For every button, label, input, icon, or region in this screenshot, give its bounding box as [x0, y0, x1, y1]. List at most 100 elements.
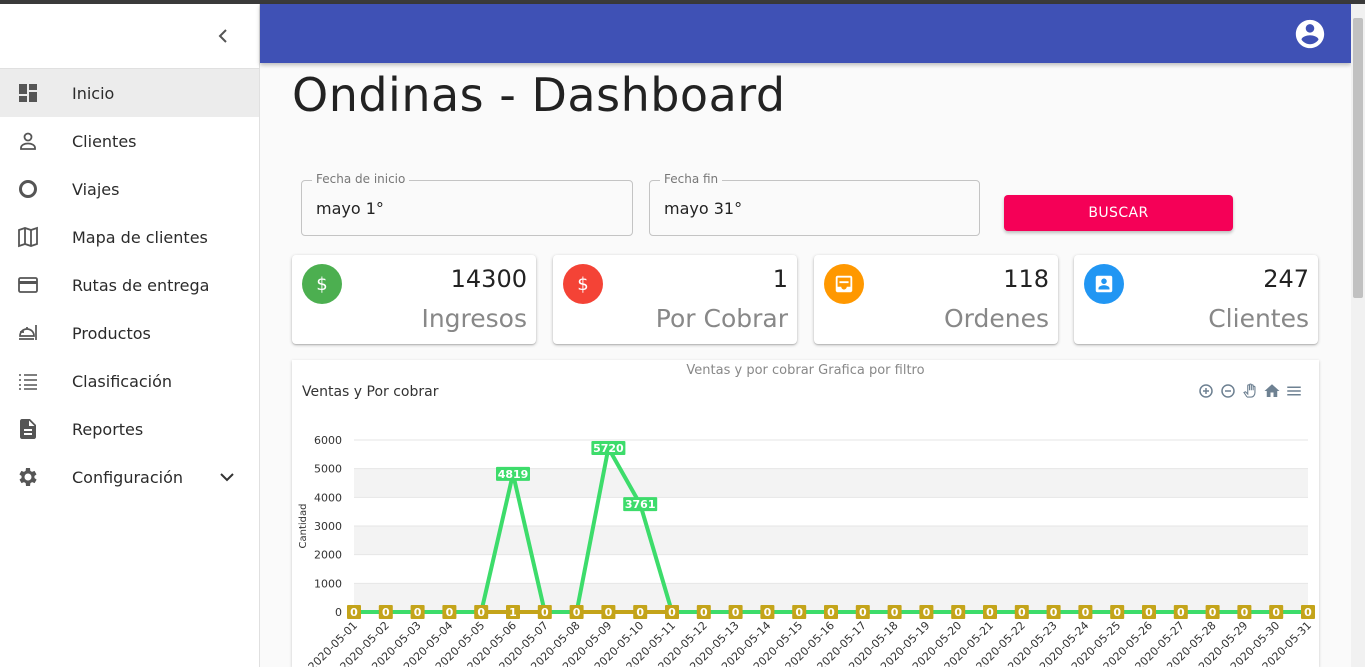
chart-toolbar: [1197, 382, 1303, 400]
pan-hand-icon[interactable]: [1241, 382, 1259, 400]
stat-card-ordenes: 118 Ordenes: [814, 255, 1058, 344]
sidebar-item-clasificacion[interactable]: Clasificación: [0, 357, 259, 405]
data-label: 5720: [593, 442, 624, 455]
dollar-icon: $: [563, 264, 603, 304]
inbox-icon: [824, 264, 864, 304]
y-tick-label: 5000: [314, 463, 342, 476]
home-reset-icon[interactable]: [1263, 382, 1281, 400]
sales-chart: 0100020003000400050006000Cantidad2020-05…: [298, 434, 1315, 667]
y-tick-label: 0: [335, 606, 342, 619]
data-label: 1: [509, 606, 517, 619]
start-date-value: mayo 1°: [316, 199, 384, 218]
app-bar: [260, 4, 1351, 63]
y-tick-label: 3000: [314, 520, 342, 533]
chart-subtitle: Ventas y por cobrar Grafica por filtro: [686, 363, 925, 378]
data-label: 0: [1050, 606, 1058, 619]
sidebar-item-inicio[interactable]: Inicio: [0, 69, 259, 117]
data-label: 0: [573, 606, 581, 619]
sidebar-item-reportes[interactable]: Reportes: [0, 405, 259, 453]
data-label: 0: [986, 606, 994, 619]
data-label: 0: [827, 606, 835, 619]
sidebar-item-label: Productos: [72, 323, 151, 343]
stat-value: 118: [1003, 265, 1049, 293]
y-tick-label: 4000: [314, 491, 342, 504]
chart-title: Ventas y Por cobrar: [302, 384, 439, 400]
svg-text:$: $: [577, 274, 588, 295]
data-label: 0: [1241, 606, 1249, 619]
data-label: 0: [414, 606, 422, 619]
end-date-label: Fecha fin: [660, 172, 723, 186]
zoom-in-icon[interactable]: [1197, 382, 1215, 400]
sidebar-item-rutas-de-entrega[interactable]: Rutas de entrega: [0, 261, 259, 309]
start-date-label: Fecha de inicio: [312, 172, 410, 186]
sidebar-item-mapa-de-clientes[interactable]: Mapa de clientes: [0, 213, 259, 261]
credit-card-icon: [18, 277, 38, 293]
page-scrollbar[interactable]: [1351, 4, 1365, 667]
page-title: Ondinas - Dashboard: [292, 68, 786, 122]
data-label: 0: [1018, 606, 1026, 619]
stat-label: Ingresos: [421, 304, 527, 333]
list-icon: [19, 374, 37, 390]
stat-card-por-cobrar: $ 1 Por Cobrar: [553, 255, 797, 344]
data-label: 0: [668, 606, 676, 619]
zoom-out-icon[interactable]: [1219, 382, 1237, 400]
data-label: 0: [1209, 606, 1217, 619]
food-tray-icon: [19, 325, 37, 340]
data-label: 0: [1272, 606, 1280, 619]
dollar-icon: $: [302, 264, 342, 304]
chevron-down-icon[interactable]: [215, 465, 239, 489]
map-icon: [18, 226, 38, 248]
scrollbar-thumb[interactable]: [1353, 18, 1363, 298]
circle-icon: [19, 180, 37, 198]
gear-icon: [19, 468, 37, 486]
sidebar-item-configuracion[interactable]: Configuración: [0, 453, 259, 501]
y-tick-label: 2000: [314, 549, 342, 562]
data-label: 0: [1304, 606, 1312, 619]
sidebar-item-label: Clientes: [72, 131, 137, 151]
sidebar-item-label: Reportes: [72, 419, 144, 439]
stat-card-ingresos: $ 14300 Ingresos: [292, 255, 536, 344]
data-label: 0: [446, 606, 454, 619]
svg-text:$: $: [316, 274, 327, 295]
stat-value: 1: [772, 265, 788, 293]
data-label: 0: [795, 606, 803, 619]
dashboard-icon: [19, 84, 37, 102]
document-icon: [20, 419, 36, 439]
stat-card-clientes: 247 Clientes: [1074, 255, 1318, 344]
data-label: 0: [954, 606, 962, 619]
stat-value: 14300: [450, 265, 527, 293]
data-label: 3761: [625, 498, 656, 511]
stat-label: Por Cobrar: [655, 304, 788, 333]
sidebar-item-viajes[interactable]: Viajes: [0, 165, 259, 213]
sidebar-item-label: Inicio: [72, 83, 115, 103]
data-label: 0: [636, 606, 644, 619]
sidebar: Inicio Clientes Viajes Mapa de clientes …: [0, 4, 260, 667]
menu-icon[interactable]: [1285, 382, 1303, 400]
end-date-value: mayo 31°: [664, 199, 743, 218]
data-label: 0: [923, 606, 931, 619]
data-label: 0: [859, 606, 867, 619]
account-circle-icon[interactable]: [1293, 17, 1327, 51]
data-label: 0: [732, 606, 740, 619]
data-label: 0: [1177, 606, 1185, 619]
data-label: 0: [477, 606, 485, 619]
stat-label: Clientes: [1208, 304, 1309, 333]
end-date-field[interactable]: Fecha fin mayo 31°: [649, 172, 980, 236]
data-label: 0: [382, 606, 390, 619]
contact-icon: [1084, 264, 1124, 304]
data-label: 0: [1113, 606, 1121, 619]
start-date-field[interactable]: Fecha de inicio mayo 1°: [301, 172, 633, 236]
data-label: 0: [700, 606, 708, 619]
sidebar-item-clientes[interactable]: Clientes: [0, 117, 259, 165]
data-label: 4819: [498, 468, 529, 481]
y-tick-label: 1000: [314, 577, 342, 590]
sidebar-item-label: Mapa de clientes: [72, 227, 208, 247]
chevron-left-icon[interactable]: [211, 24, 235, 48]
chart-panel: 0 1000 2000 3000 4000 5000 6000 Cantidad 2020-05…: [292, 360, 1319, 667]
person-icon: [20, 132, 36, 150]
y-axis-label: Cantidad: [298, 504, 309, 549]
sidebar-item-productos[interactable]: Productos: [0, 309, 259, 357]
search-button[interactable]: BUSCAR: [1004, 195, 1233, 231]
stat-label: Ordenes: [943, 304, 1049, 333]
data-label: 0: [891, 606, 899, 619]
